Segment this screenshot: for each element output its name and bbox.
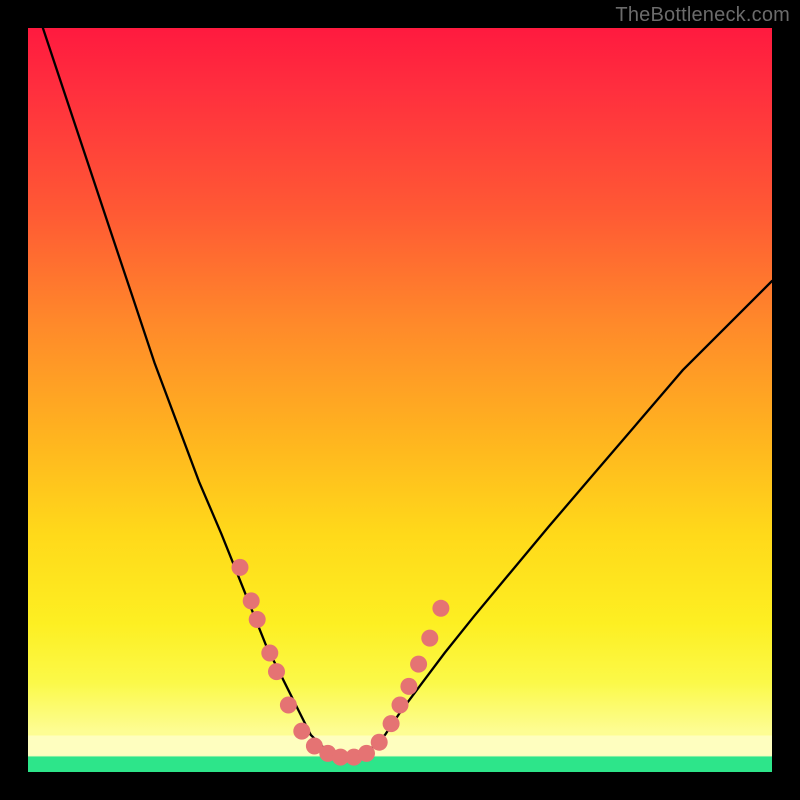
curve-marker <box>421 630 438 647</box>
watermark-text: TheBottleneck.com <box>615 4 790 27</box>
chart-svg <box>28 28 772 772</box>
chart-frame: TheBottleneck.com <box>0 0 800 800</box>
curve-marker <box>293 723 310 740</box>
curve-marker <box>358 745 375 762</box>
curve-marker <box>400 678 417 695</box>
curve-marker <box>392 697 409 714</box>
plot-area <box>28 28 772 772</box>
curve-markers <box>232 559 450 766</box>
curve-marker <box>232 559 249 576</box>
curve-marker <box>249 611 266 628</box>
curve-marker <box>243 592 260 609</box>
bottleneck-curve <box>43 28 772 757</box>
curve-marker <box>268 663 285 680</box>
curve-marker <box>280 697 297 714</box>
curve-marker <box>410 656 427 673</box>
curve-marker <box>261 645 278 662</box>
curve-marker <box>432 600 449 617</box>
curve-marker <box>383 715 400 732</box>
curve-marker <box>371 734 388 751</box>
